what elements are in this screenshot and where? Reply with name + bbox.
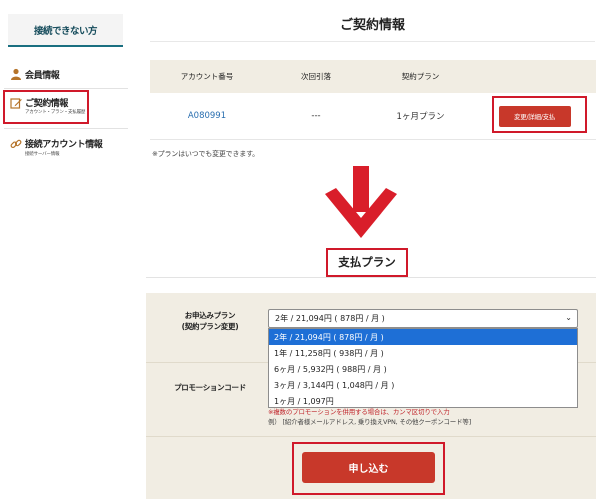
sidebar-item-connection-account[interactable]: 接続アカウント情報 接続サーバー情報	[0, 134, 128, 162]
dropdown-option[interactable]: 3ヶ月 / 3,144円 ( 1,048円 / 月 )	[269, 377, 577, 393]
contract-plan: 1ヶ月プラン	[396, 112, 445, 122]
highlight-box	[326, 248, 408, 277]
cannot-connect-button[interactable]: 接続できない方	[8, 14, 123, 47]
dropdown-option[interactable]: 6ヶ月 / 5,932円 ( 988円 / 月 )	[269, 361, 577, 377]
chevron-down-icon: ⌄	[565, 313, 572, 322]
down-arrow-icon	[325, 166, 397, 238]
select-value: 2年 / 21,094円 ( 878円 / 月 )	[275, 314, 385, 323]
promo-code-label: プロモーションコード	[174, 383, 246, 392]
plan-dropdown-list: 2年 / 21,094円 ( 878円 / 月 ) 1年 / 11,258円 (…	[268, 328, 578, 408]
sidebar-item-member-info[interactable]: 会員情報	[0, 66, 128, 84]
table-header: アカウント番号 次回引落 契約プラン	[150, 60, 596, 93]
page-title: ご契約情報	[150, 10, 595, 42]
highlight-box	[292, 442, 445, 495]
divider	[146, 436, 596, 437]
dropdown-option[interactable]: 1年 / 11,258円 ( 938円 / 月 )	[269, 345, 577, 361]
plan-label-line: (契約プラン変更)	[181, 322, 239, 331]
column-header-empty	[473, 60, 596, 93]
next-withdrawal: ---	[311, 111, 321, 121]
person-icon	[11, 68, 21, 80]
column-header: アカウント番号	[180, 72, 234, 81]
divider	[4, 128, 128, 129]
sidebar-item-sublabel: 接続サーバー情報	[25, 152, 60, 157]
highlight-box	[492, 96, 587, 133]
sidebar: 接続できない方 会員情報 ご契約情報 アカウント・プラン・支払履歴 接続アカウン…	[0, 0, 138, 175]
account-number: A080991	[187, 111, 227, 121]
promo-note-line: ※複数のプロモーションを併用する場合は、カンマ区切りで入力	[268, 408, 450, 416]
plan-field-label: お申込みプラン (契約プラン変更)	[160, 310, 260, 332]
plan-label-line: お申込みプラン	[184, 311, 236, 320]
promo-note: ※複数のプロモーションを併用する場合は、カンマ区切りで入力 例） [紹介者様メー…	[268, 408, 471, 427]
plan-select[interactable]: 2年 / 21,094円 ( 878円 / 月 ) ⌄	[268, 309, 578, 328]
sidebar-item-label: 会員情報	[25, 71, 60, 81]
highlight-box	[3, 90, 89, 124]
link-icon	[10, 139, 22, 149]
dropdown-option[interactable]: 2年 / 21,094円 ( 878円 / 月 )	[269, 329, 577, 345]
divider	[4, 88, 128, 89]
column-header: 次回引落	[301, 72, 331, 81]
sidebar-item-label: 接続アカウント情報	[25, 140, 103, 150]
promo-note-line: 例） [紹介者様メールアドレス, 乗り換えVPN, その他クーポンコード等]	[268, 417, 472, 426]
dropdown-option[interactable]: 1ヶ月 / 1,097円	[269, 393, 577, 409]
column-header: 契約プラン	[401, 72, 440, 81]
plan-change-note: ※プランはいつでも変更できます。	[152, 150, 259, 158]
